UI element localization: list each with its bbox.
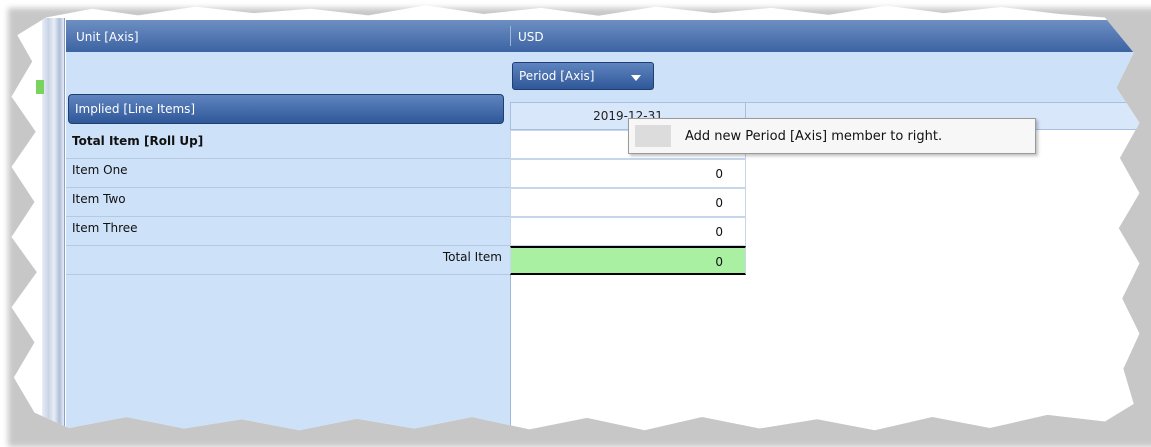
screenshot-frame: Unit [Axis] USD Period [Axis] Implied [L… xyxy=(11,5,1140,431)
period-axis-button[interactable]: Period [Axis] xyxy=(512,62,654,90)
period-axis-label: Period [Axis] xyxy=(519,69,595,83)
implied-line-items-button[interactable]: Implied [Line Items] xyxy=(68,94,504,124)
implied-line-items-label: Implied [Line Items] xyxy=(75,102,196,116)
cell-item-two[interactable]: 0 xyxy=(510,188,746,217)
cell-item-one[interactable]: 0 xyxy=(510,159,746,188)
row-label-item-two[interactable]: Item Two xyxy=(66,188,510,217)
menu-item-icon xyxy=(635,125,671,147)
window-left-edge xyxy=(42,18,65,428)
unit-axis-label[interactable]: Unit [Axis] xyxy=(76,30,139,44)
row-label-item-one[interactable]: Item One xyxy=(66,159,510,188)
row-label-total-roll-up[interactable]: Total Item [Roll Up] xyxy=(66,130,510,159)
left-edge-indicator xyxy=(36,80,44,94)
cell-total-item[interactable]: 0 xyxy=(510,246,746,275)
row-label-item-three[interactable]: Item Three xyxy=(66,217,510,246)
unit-axis-bar: Unit [Axis] USD xyxy=(66,20,1140,52)
cell-item-three[interactable]: 0 xyxy=(510,217,746,246)
row-label-total-item[interactable]: Total Item xyxy=(66,246,510,275)
unit-bar-separator xyxy=(510,26,511,46)
chevron-down-icon[interactable] xyxy=(631,75,641,81)
add-period-member-text: Add new Period [Axis] member to right. xyxy=(685,129,943,144)
unit-value: USD xyxy=(518,30,544,44)
add-period-member-tooltip[interactable]: Add new Period [Axis] member to right. xyxy=(628,118,1036,154)
